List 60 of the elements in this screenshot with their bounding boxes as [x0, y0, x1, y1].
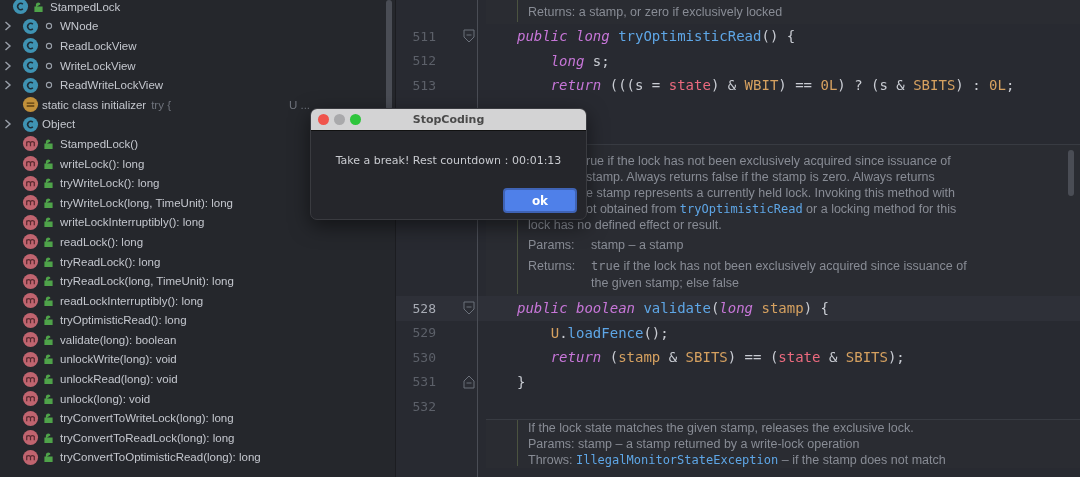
tree-item[interactable]: unlockWrite(long): void: [60, 353, 177, 366]
tree-item[interactable]: tryConvertToWriteLock(long): long: [60, 412, 234, 425]
tree-item[interactable]: ReadLockView: [60, 40, 137, 52]
line-number: 531: [411, 374, 436, 390]
code-hint: try {: [151, 98, 171, 111]
line-number: 512: [411, 53, 436, 69]
code-line: U.loadFence();: [549, 324, 669, 341]
tree-item[interactable]: unlock(long): void: [60, 392, 151, 405]
tree-item[interactable]: tryConvertToReadLock(long): long: [60, 431, 235, 444]
tree-item[interactable]: WNode: [60, 20, 99, 33]
line-number: 532: [411, 398, 436, 414]
tree-item[interactable]: tryConvertToOptimisticRead(long): long: [60, 451, 261, 464]
tree-item[interactable]: validate(long): boolean: [60, 333, 177, 346]
tree-item[interactable]: readLock(): long: [60, 235, 144, 248]
tree-item[interactable]: WriteLockView: [60, 59, 136, 72]
dialog-title: StopCoding: [412, 113, 485, 126]
code-hint: U ...: [289, 98, 311, 111]
code-line: return (stamp & SBITS) == (state & SBITS);: [549, 349, 905, 366]
tree-item[interactable]: unlockRead(long): void: [60, 373, 178, 386]
line-number: 528: [411, 300, 436, 316]
tree-item[interactable]: ReadWriteLockView: [60, 79, 164, 92]
doc-text: Returns: a stamp, or zero if exclusively locked: [528, 4, 783, 19]
tree-item[interactable]: StampedLock: [50, 0, 121, 13]
line-number: 511: [411, 28, 436, 44]
tree-item[interactable]: tryReadLock(): long: [60, 255, 161, 268]
tree-item[interactable]: StampedLock(): [60, 137, 138, 150]
line-number: 530: [411, 349, 436, 365]
ok-button[interactable]: ok: [503, 188, 577, 213]
tree-item[interactable]: tryWriteLock(long, TimeUnit): long: [60, 196, 233, 209]
code-line: public long tryOptimisticRead() {: [517, 28, 796, 45]
tree-item[interactable]: tryReadLock(long, TimeUnit): long: [60, 275, 234, 288]
tree-item[interactable]: readLockInterruptibly(): long: [60, 294, 204, 307]
doc-text: lock has no defined effect or result.: [528, 218, 722, 232]
doc-text: ot obtained from tryOptimisticRead or a locking method for this: [586, 202, 957, 216]
code-line: return (((s = state) & WBIT) == 0L) ? (s & SBITS) : 0L;: [549, 77, 1015, 94]
doc-label: Returns:: [528, 258, 577, 273]
code-line: long s;: [549, 52, 610, 69]
doc-label: Params:: [528, 237, 576, 252]
dialog-message: Take a break! Rest countdown：00:01:13: [335, 153, 562, 168]
code-line: public boolean validate(long stamp) {: [517, 300, 829, 317]
doc-text: stamp – a stamp: [591, 237, 684, 252]
doc-link[interactable]: IllegalMonitorStateException: [575, 452, 779, 467]
doc-text: the given stamp; else false: [591, 275, 739, 290]
doc-text: e stamp represents a currently held lock. Invoking this method with: [586, 186, 955, 200]
tree-item[interactable]: static class initializer: [42, 98, 147, 111]
doc-text: rue if the lock has not been exclusively acquired since issuance of: [586, 154, 951, 168]
code-line: }: [517, 373, 526, 390]
doc-text: Params: stamp – a stamp returned by a write-lock operation: [528, 436, 860, 451]
tree-item[interactable]: writeLockInterruptibly(): long: [60, 216, 205, 229]
doc-text: true if the lock has not been exclusively acquired since issuance of: [591, 258, 967, 273]
tree-item[interactable]: writeLock(): long: [60, 157, 145, 170]
tree-item[interactable]: tryWriteLock(): long: [60, 177, 160, 190]
tree-item[interactable]: tryOptimisticRead(): long: [60, 314, 187, 327]
doc-text: Throws: IllegalMonitorStateException – if the stamp does not match: [528, 452, 946, 467]
doc-text: stamp. Always returns false if the stamp is zero. Always returns: [586, 170, 935, 184]
doc-link[interactable]: tryOptimisticRead: [679, 202, 803, 216]
line-number: 529: [411, 325, 436, 341]
tree-item[interactable]: Object: [42, 118, 76, 131]
doc-text: If the lock state matches the given stamp, releases the exclusive lock.: [528, 420, 914, 435]
line-number: 513: [411, 77, 436, 93]
